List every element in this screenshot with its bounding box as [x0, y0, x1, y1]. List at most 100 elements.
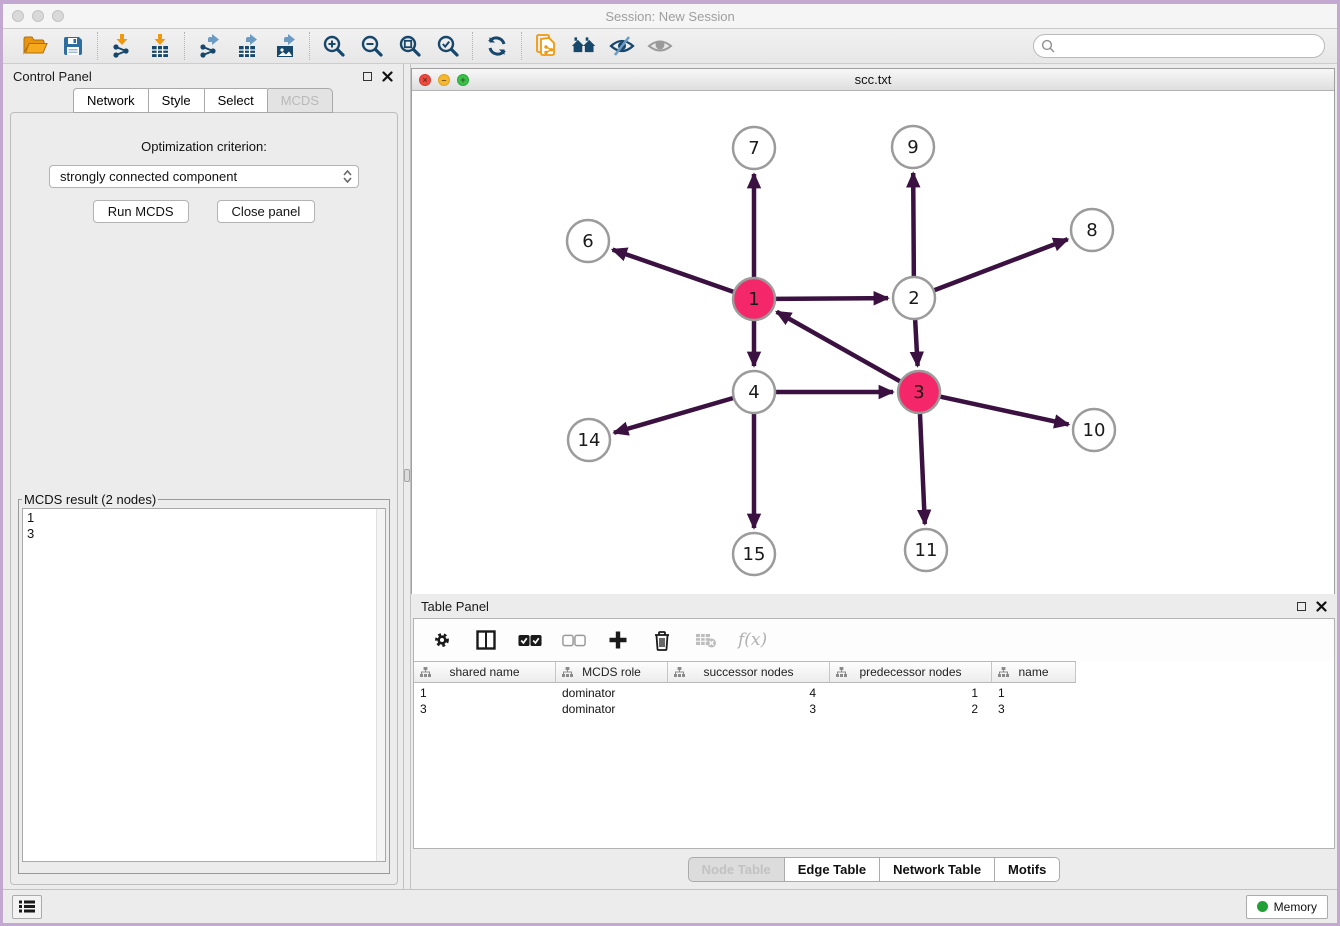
graph-edge-3-1[interactable]: [777, 312, 900, 381]
network-canvas[interactable]: 7 9 6 8 1 2 4 3 14 10 15 11: [412, 91, 1334, 594]
cell[interactable]: dominator: [556, 701, 668, 717]
table-row[interactable]: 1dominator411: [414, 685, 1334, 701]
gear-icon[interactable]: [430, 628, 454, 652]
import-network-icon[interactable]: [109, 33, 135, 59]
node-table: shared nameMCDS rolesuccessor nodesprede…: [414, 661, 1334, 717]
duplicate-network-icon[interactable]: [533, 33, 559, 59]
graph-node-3[interactable]: 3: [898, 371, 940, 413]
float-panel-icon[interactable]: [363, 72, 372, 81]
column-header-predecessor-nodes[interactable]: predecessor nodes: [830, 662, 992, 682]
zoom-in-icon[interactable]: [321, 33, 347, 59]
close-table-panel-icon[interactable]: [1316, 601, 1327, 612]
columns-icon[interactable]: [474, 628, 498, 652]
cell[interactable]: dominator: [556, 685, 668, 701]
save-session-icon[interactable]: [60, 33, 86, 59]
export-image-icon[interactable]: [272, 33, 298, 59]
table-row[interactable]: 3dominator323: [414, 701, 1334, 717]
tab-style[interactable]: Style: [148, 88, 204, 113]
cell[interactable]: 3: [668, 701, 830, 717]
cell[interactable]: 2: [830, 701, 992, 717]
delete-column-icon[interactable]: [694, 628, 718, 652]
svg-text:1: 1: [748, 289, 759, 310]
cell[interactable]: 1: [830, 685, 992, 701]
graph-edge-3-10[interactable]: [940, 397, 1068, 425]
panel-splitter[interactable]: [403, 64, 411, 889]
graph-node-1[interactable]: 1: [733, 278, 775, 320]
open-file-icon[interactable]: [22, 33, 48, 59]
cell[interactable]: 1: [992, 685, 1076, 701]
network-close-button[interactable]: ×: [419, 74, 431, 86]
task-history-button[interactable]: [12, 895, 42, 919]
graph-edge-2-9[interactable]: [913, 173, 914, 276]
zoom-selected-icon[interactable]: [435, 33, 461, 59]
svg-text:7: 7: [748, 138, 759, 159]
tab-edge-table[interactable]: Edge Table: [784, 857, 879, 882]
network-maximize-button[interactable]: +: [457, 74, 469, 86]
tab-network[interactable]: Network: [73, 88, 148, 113]
cell[interactable]: 1: [414, 685, 556, 701]
cell[interactable]: 3: [414, 701, 556, 717]
column-header-shared-name[interactable]: shared name: [414, 662, 556, 682]
result-scrollbar[interactable]: [376, 509, 385, 861]
list-icon: [19, 900, 35, 913]
minimize-window-button[interactable]: [32, 10, 44, 22]
memory-button[interactable]: Memory: [1246, 895, 1328, 919]
home-icon[interactable]: [571, 33, 597, 59]
splitter-grip-icon[interactable]: [404, 469, 410, 482]
graph-edge-1-2[interactable]: [776, 298, 888, 299]
tab-mcds[interactable]: MCDS: [267, 88, 333, 113]
function-icon[interactable]: f(x): [738, 630, 767, 650]
import-table-icon[interactable]: [147, 33, 173, 59]
export-table-icon[interactable]: [234, 33, 260, 59]
graph-node-15[interactable]: 15: [733, 533, 775, 575]
graph-edge-4-14[interactable]: [614, 398, 733, 433]
graph-edge-3-11[interactable]: [920, 414, 925, 524]
add-icon[interactable]: [606, 628, 630, 652]
graph-node-10[interactable]: 10: [1073, 409, 1115, 451]
zoom-fit-icon[interactable]: [397, 33, 423, 59]
graph-node-7[interactable]: 7: [733, 127, 775, 169]
svg-text:6: 6: [582, 231, 593, 252]
run-mcds-button[interactable]: Run MCDS: [93, 200, 189, 223]
tab-network-table[interactable]: Network Table: [879, 857, 994, 882]
deselect-all-icon[interactable]: [562, 628, 586, 652]
maximize-window-button[interactable]: [52, 10, 64, 22]
result-line: 3: [27, 526, 381, 542]
svg-text:11: 11: [915, 540, 938, 561]
tab-motifs[interactable]: Motifs: [994, 857, 1060, 882]
graph-node-11[interactable]: 11: [905, 529, 947, 571]
graph-edge-1-6[interactable]: [613, 250, 734, 292]
cell[interactable]: 3: [992, 701, 1076, 717]
graph-node-2[interactable]: 2: [893, 277, 935, 319]
graph-node-8[interactable]: 8: [1071, 209, 1113, 251]
network-minimize-button[interactable]: –: [438, 74, 450, 86]
close-panel-button[interactable]: Close panel: [217, 200, 316, 223]
select-all-icon[interactable]: [518, 628, 542, 652]
eye-disabled-icon[interactable]: [647, 33, 673, 59]
memory-status-icon: [1257, 901, 1268, 912]
search-input[interactable]: [1033, 34, 1325, 58]
optimization-criterion-dropdown[interactable]: strongly connected component: [49, 165, 359, 188]
column-header-name[interactable]: name: [992, 662, 1076, 682]
eye-slash-icon[interactable]: [609, 33, 635, 59]
graph-node-9[interactable]: 9: [892, 126, 934, 168]
zoom-out-icon[interactable]: [359, 33, 385, 59]
float-table-panel-icon[interactable]: [1297, 602, 1306, 611]
graph-node-4[interactable]: 4: [733, 371, 775, 413]
delete-icon[interactable]: [650, 628, 674, 652]
svg-text:3: 3: [913, 382, 924, 403]
refresh-icon[interactable]: [484, 33, 510, 59]
svg-text:4: 4: [748, 382, 759, 403]
close-panel-icon[interactable]: [382, 71, 393, 82]
column-header-successor-nodes[interactable]: successor nodes: [668, 662, 830, 682]
column-header-MCDS-role[interactable]: MCDS role: [556, 662, 668, 682]
cell[interactable]: 4: [668, 685, 830, 701]
graph-node-6[interactable]: 6: [567, 220, 609, 262]
graph-edge-2-3[interactable]: [915, 320, 917, 366]
export-network-icon[interactable]: [196, 33, 222, 59]
close-window-button[interactable]: [12, 10, 24, 22]
graph-edge-2-8[interactable]: [935, 239, 1068, 290]
tab-select[interactable]: Select: [204, 88, 267, 113]
graph-node-14[interactable]: 14: [568, 419, 610, 461]
tab-node-table[interactable]: Node Table: [688, 857, 784, 882]
